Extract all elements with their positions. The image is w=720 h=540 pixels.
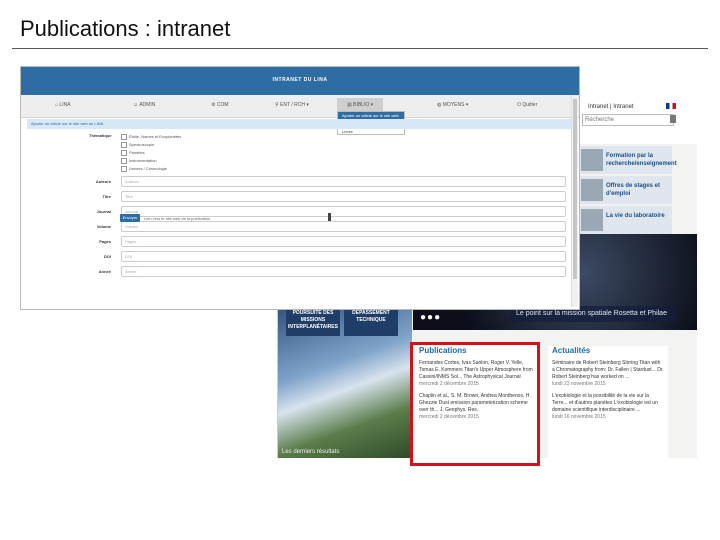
- banner-label: Offres de stages et d'emploi: [606, 183, 661, 197]
- dropdown-item-livres[interactable]: Livres: [338, 128, 404, 136]
- field-label: Pages: [99, 239, 111, 244]
- intranet-screenshot: INTRANET DU LINA ⌂ LINA ☺ ADMIN ⚙ COM ⚲ …: [20, 66, 580, 310]
- nav-label: Quitter: [522, 102, 538, 108]
- chevron-down-icon: ▾: [369, 102, 374, 108]
- field-label: Année: [98, 269, 111, 274]
- breadcrumb: Ajouter un article sur le site web du LI…: [27, 119, 571, 129]
- banner-thumbnail: [581, 209, 603, 231]
- resize-handle-icon[interactable]: [328, 213, 331, 221]
- search-go-icon[interactable]: [670, 115, 676, 123]
- nav-label: MOYENS: [442, 102, 465, 108]
- site-header: Intranet | Intranet Recherche: [578, 84, 697, 144]
- checkbox-label: Étoile, Naines et Exoplanètes: [129, 134, 182, 139]
- tile-technique[interactable]: DÉPASSEMENT TECHNIQUE: [344, 306, 398, 336]
- banner-thumbnail: [581, 149, 603, 171]
- news-date: lundi 16 novembre 2015: [552, 414, 606, 420]
- field-label: Titre: [102, 194, 111, 199]
- banner-formation[interactable]: Formation par la recherche/enseignement: [578, 146, 677, 174]
- checkbox-box[interactable]: [121, 149, 127, 156]
- titre-input[interactable]: Titre: [121, 191, 566, 202]
- banner-label: Formation par la recherche/enseignement: [606, 153, 677, 167]
- nav-com[interactable]: ⚙ COM: [211, 102, 229, 108]
- checkbox-label: Instrumentation: [129, 158, 157, 163]
- actualites-column: Actualités Séminaire de Robert Steinberg…: [548, 346, 668, 458]
- nav-label: BIBLIO: [353, 102, 370, 108]
- scrollbar-thumb[interactable]: [573, 99, 577, 279]
- site-search-input[interactable]: Recherche: [582, 114, 674, 126]
- chevron-down-icon: ▾: [304, 102, 309, 108]
- banner-offres[interactable]: Offres de stages et d'emploi: [578, 176, 672, 204]
- flag-icon[interactable]: [666, 103, 676, 109]
- news-item[interactable]: Séminaire de Robert Steinberg Stirring T…: [552, 360, 664, 381]
- field-row-auteurs: Auteurs Auteurs: [21, 175, 579, 189]
- category-checkbox[interactable]: Planètes: [121, 149, 181, 157]
- checkbox-box[interactable]: [121, 157, 127, 164]
- field-row-pages: Pages Pages: [21, 235, 579, 249]
- volume-input[interactable]: Volume: [121, 221, 566, 232]
- category-checkbox[interactable]: Spectroscopie: [121, 141, 181, 149]
- banner-vie-labo[interactable]: La vie du laboratoire: [578, 206, 672, 234]
- publications-highlight-frame: [410, 342, 540, 466]
- submit-note: Lien vers le site web de la publication: [144, 216, 211, 221]
- nav-label: LINA: [59, 102, 71, 108]
- tile-missions[interactable]: POURSUITE DES MISSIONS INTERPLANÉTAIRES: [286, 306, 340, 336]
- field-row-annee: Année Année: [21, 265, 579, 279]
- actualites-heading[interactable]: Actualités: [552, 346, 590, 355]
- intranet-header: INTRANET DU LINA: [21, 67, 579, 95]
- category-checkbox[interactable]: Univers / Cosmologie: [121, 165, 181, 173]
- checkbox-label: Spectroscopie: [129, 142, 155, 147]
- field-row-titre: Titre Titre: [21, 190, 579, 204]
- category-checkboxes: Étoile, Naines et Exoplanètes Spectrosco…: [121, 133, 181, 173]
- doi-input[interactable]: DOI: [121, 251, 566, 262]
- category-label: Thématique: [89, 133, 112, 138]
- nav-ent-rch[interactable]: ⚲ ENT / RCH ▾: [275, 102, 309, 108]
- field-row-volume: Volume Volume: [21, 220, 579, 234]
- checkbox-box[interactable]: [121, 133, 127, 140]
- field-label: Journal: [96, 209, 111, 214]
- nav-label: ENT / RCH: [280, 102, 305, 108]
- news-item[interactable]: L'exobiologie et la possibilité de la vi…: [552, 393, 664, 414]
- nav-label: ADMIN: [139, 102, 156, 108]
- field-label: DOI: [103, 254, 111, 259]
- intranet-navbar: ⌂ LINA ☺ ADMIN ⚙ COM ⚲ ENT / RCH ▾ ▤ BIB…: [21, 95, 579, 118]
- banner-label: La vie du laboratoire: [606, 213, 665, 219]
- nav-biblio[interactable]: ▤ BIBLIO ▾: [337, 98, 384, 112]
- field-label: Auteurs: [95, 179, 111, 184]
- category-checkbox[interactable]: Étoile, Naines et Exoplanètes: [121, 133, 181, 141]
- field-row-doi: DOI DOI: [21, 250, 579, 264]
- title-divider: [12, 48, 708, 49]
- field-row-journal: Journal Journal: [21, 205, 579, 219]
- cosmos-caption: Les derniers résultats: [282, 449, 340, 455]
- site-top-links[interactable]: Intranet | Intranet: [588, 104, 634, 110]
- checkbox-label: Planètes: [129, 150, 145, 155]
- nav-moyens[interactable]: ◍ MOYENS ▾: [437, 102, 468, 108]
- checkbox-label: Univers / Cosmologie: [129, 166, 168, 171]
- intranet-title: INTRANET DU LINA: [272, 77, 328, 83]
- nav-quitter[interactable]: ⏻ Quitter: [517, 102, 537, 108]
- vertical-scrollbar[interactable]: [571, 95, 578, 307]
- nav-lina[interactable]: ⌂ LINA: [55, 102, 71, 108]
- nav-admin[interactable]: ☺ ADMIN: [133, 102, 155, 108]
- auteurs-input[interactable]: Auteurs: [121, 176, 566, 187]
- chevron-down-icon: ▾: [464, 102, 469, 108]
- category-checkbox[interactable]: Instrumentation: [121, 157, 181, 165]
- pages-input[interactable]: Pages: [121, 236, 566, 247]
- nav-label: COM: [216, 102, 229, 108]
- carousel-dots[interactable]: ●●●: [420, 312, 441, 323]
- slide-title: Publications : intranet: [20, 16, 231, 41]
- checkbox-box[interactable]: [121, 165, 127, 172]
- annee-input[interactable]: Année: [121, 266, 566, 277]
- submit-button[interactable]: Envoyer: [120, 214, 140, 222]
- field-label: Volume: [96, 224, 111, 229]
- checkbox-box[interactable]: [121, 141, 127, 148]
- banner-thumbnail: [581, 179, 603, 201]
